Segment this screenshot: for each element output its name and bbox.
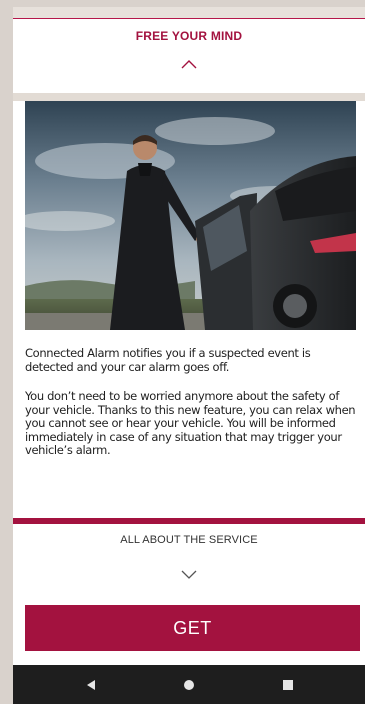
back-triangle-icon[interactable] bbox=[71, 665, 111, 704]
get-button[interactable]: GET bbox=[25, 605, 360, 651]
chevron-up-icon[interactable] bbox=[181, 59, 197, 69]
recent-square-icon[interactable] bbox=[268, 665, 308, 704]
chevron-down-icon[interactable] bbox=[181, 570, 197, 580]
home-circle-icon[interactable] bbox=[169, 665, 209, 704]
section-divider bbox=[13, 518, 365, 524]
service-section-label[interactable]: ALL ABOUT THE SERVICE bbox=[13, 534, 365, 546]
divider-band bbox=[13, 93, 365, 101]
top-band bbox=[13, 7, 365, 19]
system-nav-bar bbox=[13, 665, 365, 704]
description-paragraph-2: You don’t need to be worried anymore abo… bbox=[25, 389, 356, 457]
description-paragraph-1: Connected Alarm notifies you if a suspec… bbox=[25, 346, 311, 374]
section-title: FREE YOUR MIND bbox=[135, 29, 243, 43]
content-card: FREE YOUR MIND Connected Alarm notifies … bbox=[13, 7, 365, 665]
hero-image bbox=[25, 101, 356, 330]
